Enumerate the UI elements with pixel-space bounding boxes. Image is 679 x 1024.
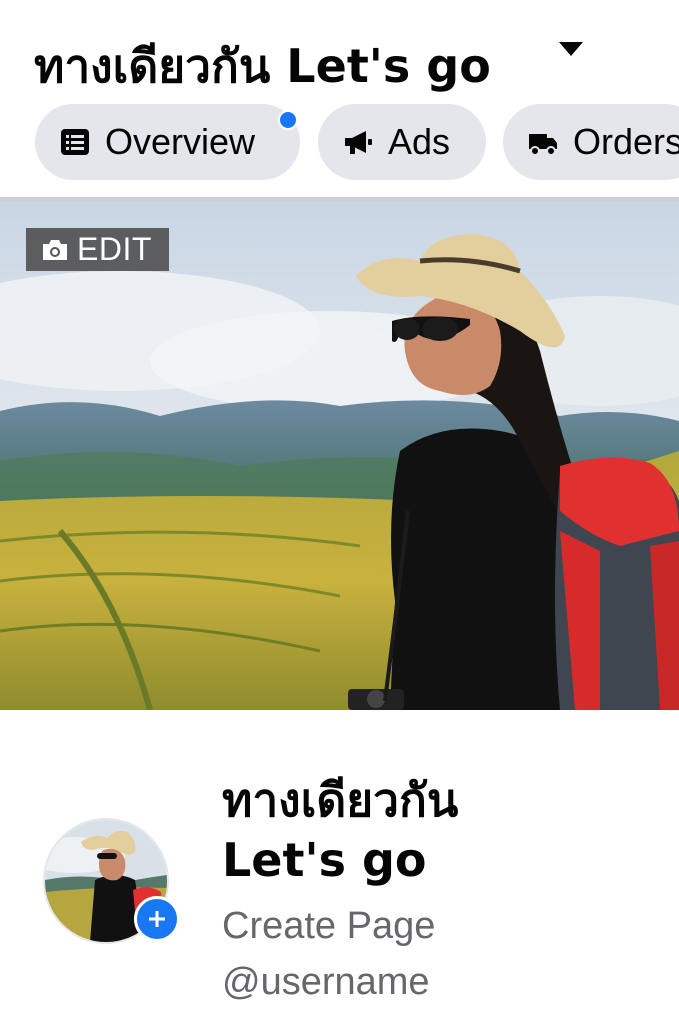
- cover-photo[interactable]: [0, 201, 679, 710]
- page-screen: ทางเดียวกัน Let's go Overview Ads Orders…: [0, 0, 679, 1024]
- notification-dot: [278, 110, 298, 130]
- truck-icon: [529, 134, 557, 156]
- page-title[interactable]: ทางเดียวกัน Let's go: [34, 30, 491, 103]
- list-icon: [61, 129, 89, 155]
- profile-name-line1: ทางเดียวกัน: [222, 773, 459, 827]
- camera-icon: [43, 239, 67, 260]
- caret-down-icon[interactable]: [558, 40, 584, 58]
- profile-category: Create Page: [222, 905, 436, 947]
- plus-icon: [149, 911, 165, 927]
- tab-orders[interactable]: Orders: [503, 104, 679, 180]
- tab-bar: Overview Ads Orders: [0, 104, 679, 182]
- tab-overview[interactable]: Overview: [35, 104, 300, 180]
- profile-username[interactable]: @username: [222, 961, 430, 1004]
- edit-cover-label: EDIT: [77, 231, 152, 267]
- megaphone-icon: [345, 131, 372, 154]
- tab-ads-label: Ads: [388, 121, 451, 162]
- profile-name-line2: Let's go: [222, 833, 427, 887]
- page-header: ทางเดียวกัน Let's go: [0, 0, 679, 100]
- edit-cover-button[interactable]: EDIT: [26, 228, 169, 271]
- add-profile-picture-button[interactable]: [134, 896, 180, 942]
- tab-ads[interactable]: Ads: [318, 104, 486, 180]
- cover-image: [0, 201, 679, 710]
- profile-name: ทางเดียวกัน Let's go: [222, 770, 662, 890]
- tab-overview-label: Overview: [105, 121, 256, 162]
- tab-orders-label: Orders: [573, 121, 679, 162]
